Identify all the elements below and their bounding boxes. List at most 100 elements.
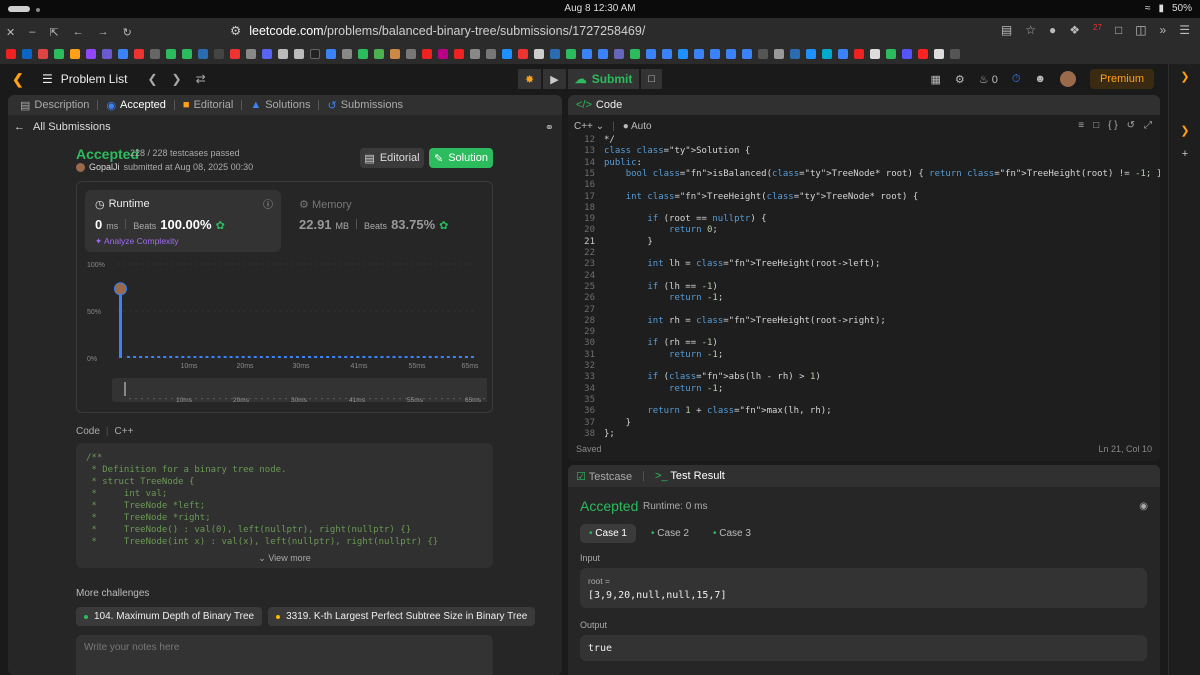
bookmark-icon[interactable] <box>374 49 384 59</box>
challenge-chip[interactable]: 3319. K-th Largest Perfect Subtree Size … <box>268 607 536 626</box>
all-submissions-link[interactable]: ← All Submissions <box>14 121 111 133</box>
bookmark-icon[interactable] <box>566 49 576 59</box>
code-line[interactable]: 37 } <box>568 418 631 429</box>
eye-icon[interactable]: ◉ <box>1139 501 1148 512</box>
code-line[interactable]: 32 <box>568 361 604 372</box>
bookmark-icon[interactable] <box>902 49 912 59</box>
tab-solutions[interactable]: ▲ Solutions <box>246 99 314 111</box>
bookmark-icon[interactable] <box>678 49 688 59</box>
wifi-icon[interactable]: ≈ <box>1145 3 1151 14</box>
battery-icon[interactable]: ▮ <box>1158 3 1164 14</box>
memory-values[interactable]: 22.91 MB Beats 83.75% ✿ <box>299 217 448 232</box>
reset-icon[interactable]: ↺ <box>1127 120 1135 131</box>
code-line[interactable]: 35 <box>568 395 604 406</box>
bookmark-icon[interactable] <box>246 49 256 59</box>
bookmark-icon[interactable] <box>550 49 560 59</box>
code-line[interactable]: 28 int rh = class="fn">TreeHeight(root->… <box>568 316 886 327</box>
bookmark-icon[interactable] <box>710 49 720 59</box>
code-line[interactable]: 38}; <box>568 429 615 440</box>
bookmark-icon[interactable] <box>150 49 160 59</box>
minimize-icon[interactable]: – <box>29 26 35 39</box>
run-button[interactable]: ▶ <box>543 69 566 89</box>
bookmark-gmail-icon[interactable] <box>38 49 48 59</box>
bookmark-icon[interactable] <box>758 49 768 59</box>
notes-button[interactable]: □ <box>641 69 663 89</box>
bookmark-icon[interactable] <box>774 49 784 59</box>
code-line[interactable]: 31 return -1; <box>568 350 723 361</box>
prev-problem-icon[interactable]: ❮ <box>147 72 157 86</box>
bookmark-icon[interactable] <box>742 49 752 59</box>
bookmark-icon[interactable] <box>614 49 624 59</box>
sidebar-icon[interactable]: ◫ <box>1135 23 1146 37</box>
bookmark-icon[interactable] <box>166 49 176 59</box>
auto-mode[interactable]: ● Auto <box>623 121 652 132</box>
sidebar-app-icon[interactable]: ❯ <box>1177 70 1193 86</box>
solution-button[interactable]: ✎ Solution <box>429 148 493 168</box>
restore-icon[interactable]: ⇱ <box>49 26 58 39</box>
panel-resize-handle[interactable] <box>563 95 566 675</box>
code-line[interactable]: 16 <box>568 180 604 191</box>
code-line[interactable]: 19 if (root == nullptr) { <box>568 214 766 225</box>
submit-button[interactable]: ☁ Submit <box>567 69 640 89</box>
code-line[interactable]: 22 <box>568 248 604 259</box>
bookmark-icon[interactable] <box>278 49 288 59</box>
code-line[interactable]: 23 int lh = class="fn">TreeHeight(root->… <box>568 259 880 270</box>
code-line[interactable]: 25 if (lh == -1) <box>568 282 718 293</box>
tab-editorial[interactable]: ■ Editorial <box>179 99 237 111</box>
tab-testcase[interactable]: ☑ Testcase <box>576 470 632 483</box>
bookmark-icon[interactable] <box>326 49 336 59</box>
bookmark-icon[interactable] <box>134 49 144 59</box>
bookmark-icon[interactable] <box>950 49 960 59</box>
share-link-icon[interactable]: ⚭ <box>545 121 554 134</box>
bookmark-icon[interactable] <box>582 49 592 59</box>
fire-streak[interactable]: ♨ 0 <box>979 73 998 86</box>
bookmark-icon[interactable] <box>886 49 896 59</box>
reload-icon[interactable]: ↻ <box>123 26 132 39</box>
code-line[interactable]: 13 class class="ty">Solution { <box>568 146 750 157</box>
bookmark-github-icon[interactable] <box>342 49 352 59</box>
bookmark-icon[interactable] <box>54 49 64 59</box>
shuffle-icon[interactable]: ⇄ <box>196 72 206 86</box>
editorial-button[interactable]: ▤ Editorial <box>360 148 424 168</box>
bookmark-icon[interactable] <box>918 49 928 59</box>
extension-icon[interactable]: ● <box>1049 23 1056 37</box>
language-select[interactable]: C++ ⌄ <box>574 121 604 132</box>
bookmark-youtube-icon[interactable] <box>6 49 16 59</box>
menu-icon[interactable]: ☰ <box>1179 23 1190 37</box>
bookmark-icon[interactable] <box>294 49 304 59</box>
code-line[interactable]: 17 int class="fn">TreeHeight(class="ty">… <box>568 192 918 203</box>
problem-list-link[interactable]: Problem List <box>61 72 128 86</box>
bookmark-linkedin-icon[interactable] <box>22 49 32 59</box>
avatar[interactable] <box>76 162 85 172</box>
tab-submissions[interactable]: ↺ Submissions <box>323 99 407 112</box>
sidebar-app-icon[interactable]: ❯ <box>1177 124 1193 140</box>
layout-icon[interactable]: ▦ <box>930 73 940 86</box>
case-tab[interactable]: • Case 1 <box>580 524 636 543</box>
bookmark-icon[interactable] <box>422 49 432 59</box>
braces-icon[interactable]: { } <box>1108 120 1117 131</box>
code-line[interactable]: 30 if (rh == -1) <box>568 338 718 349</box>
bookmark-star-icon[interactable]: ☆ <box>1025 23 1036 37</box>
code-line[interactable]: 15 bool class="fn">isBalanced(class="ty"… <box>568 169 1160 180</box>
site-info-icon[interactable]: ⚙ <box>230 23 241 38</box>
bookmark-icon[interactable] <box>822 49 832 59</box>
bookmark-icon[interactable] <box>694 49 704 59</box>
bookmark-icon[interactable] <box>934 49 944 59</box>
tab-description[interactable]: ▤ Description <box>16 99 93 112</box>
extensions-puzzle-icon[interactable]: ❖ <box>1069 23 1080 37</box>
code-line[interactable]: 36 return 1 + class="fn">max(lh, rh); <box>568 406 831 417</box>
code-line[interactable]: 33 if (class="fn">abs(lh - rh) > 1) <box>568 372 821 383</box>
memory-tab[interactable]: ⚙ Memory <box>299 198 352 211</box>
bookmark-icon[interactable] <box>662 49 672 59</box>
bookmark-icon[interactable] <box>806 49 816 59</box>
bookmark-icon[interactable] <box>854 49 864 59</box>
bookmark-icon[interactable] <box>182 49 192 59</box>
overflow-icon[interactable]: » <box>1160 23 1167 37</box>
format-icon[interactable]: ≡ <box>1078 120 1084 131</box>
notes-input[interactable]: Write your notes here <box>76 635 493 675</box>
bookmark-icon[interactable] <box>534 49 544 59</box>
code-line[interactable]: 34 return -1; <box>568 384 723 395</box>
bookmark-icon[interactable] <box>118 49 128 59</box>
bookmark-icon[interactable] <box>198 49 208 59</box>
premium-button[interactable]: Premium <box>1089 69 1154 89</box>
